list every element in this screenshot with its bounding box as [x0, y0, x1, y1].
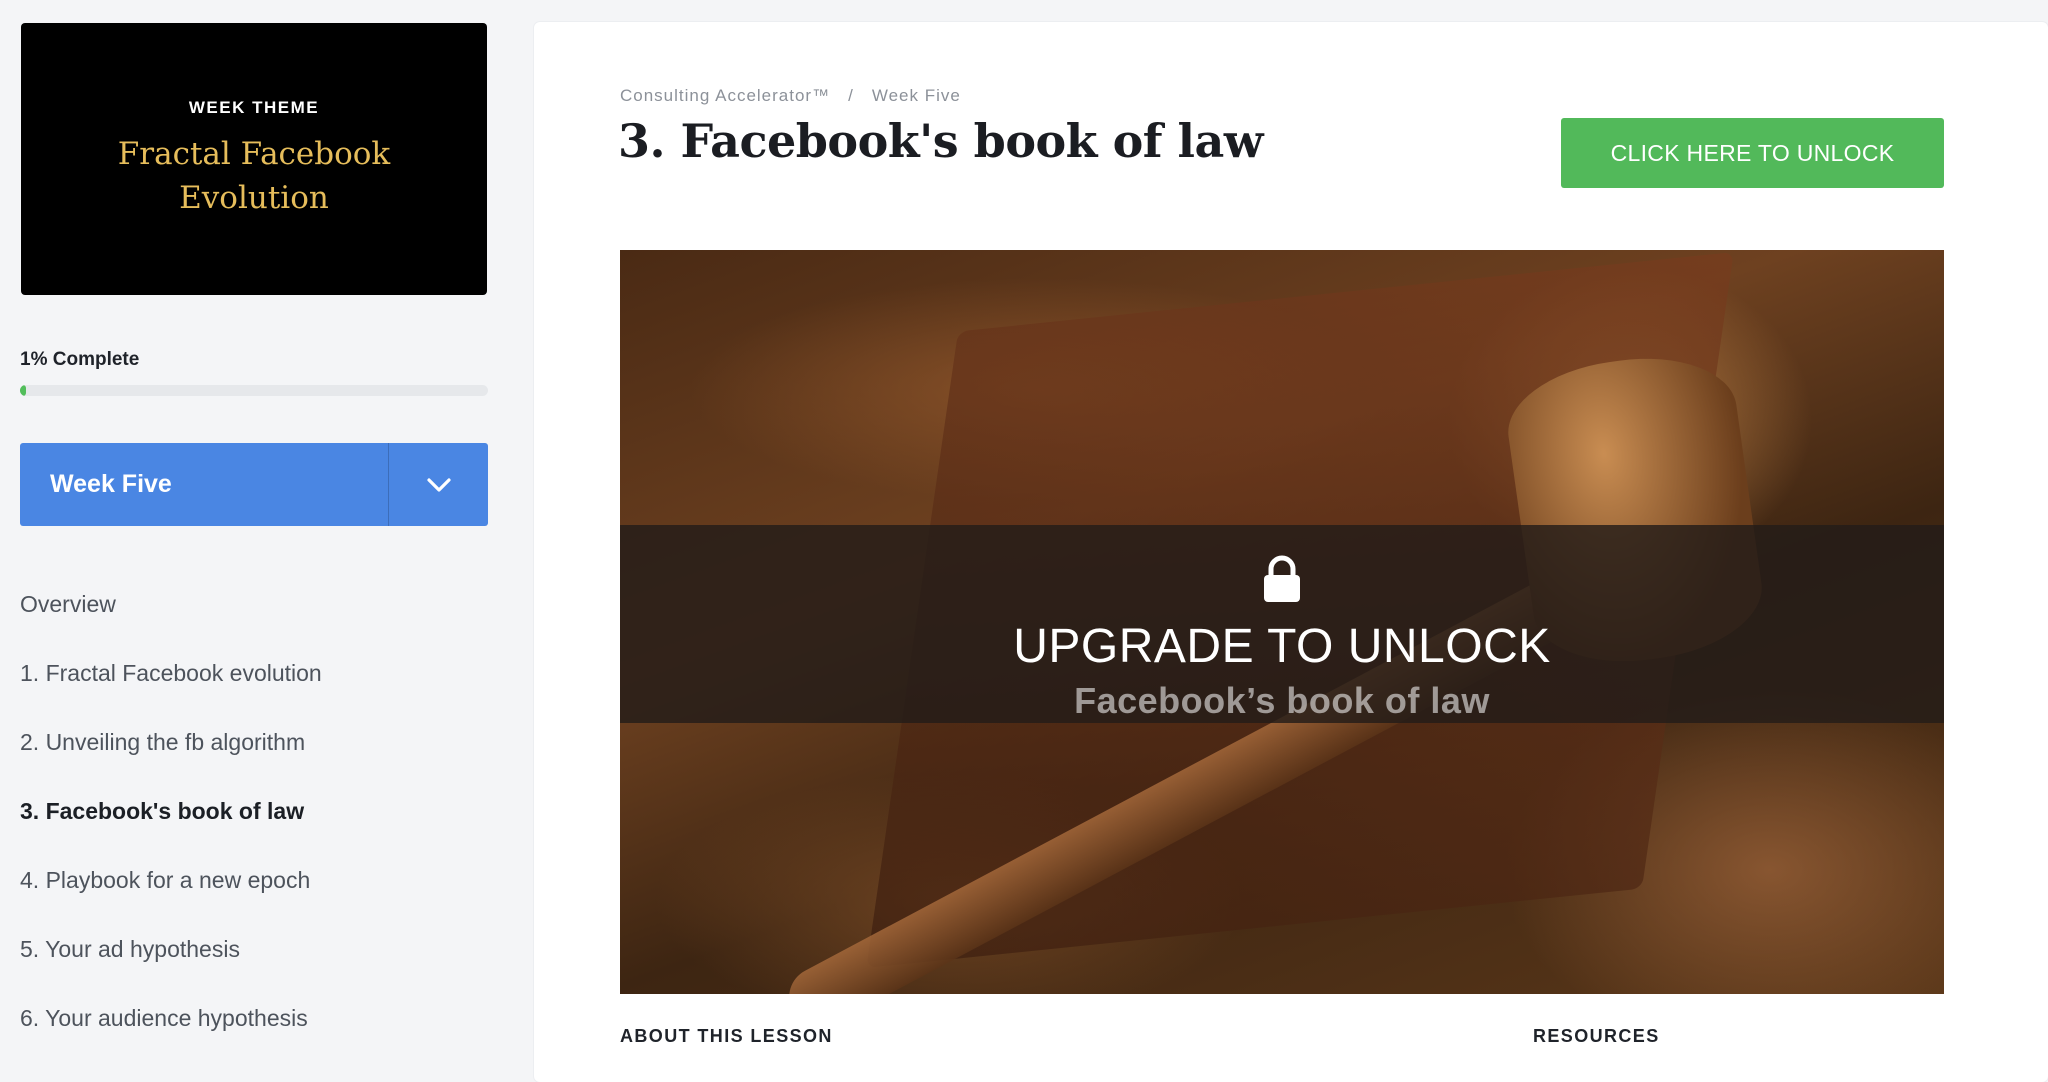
week-theme-card: WEEK THEME Fractal Facebook Evolution — [21, 23, 487, 295]
locked-video[interactable]: UPGRADE TO UNLOCK Facebook’s book of law — [620, 250, 1944, 994]
unlock-button[interactable]: CLICK HERE TO UNLOCK — [1561, 118, 1944, 188]
sidebar: WEEK THEME Fractal Facebook Evolution 1%… — [0, 0, 510, 1072]
week-select-label: Week Five — [50, 470, 172, 498]
lesson-panel: Consulting Accelerator™ / Week Five 3. F… — [534, 22, 2048, 1082]
sidebar-item-lesson[interactable]: 6. Your audience hypothesis — [20, 984, 322, 1053]
lesson-list: Overview 1. Fractal Facebook evolution 2. … — [20, 570, 322, 1053]
breadcrumb-week[interactable]: Week Five — [872, 86, 961, 106]
upgrade-text: UPGRADE TO UNLOCK — [1013, 619, 1551, 673]
progress-bar-fill — [20, 385, 26, 396]
lock-icon — [1262, 555, 1302, 608]
progress-label: 1% Complete — [20, 349, 140, 370]
sidebar-item-lesson[interactable]: 5. Your ad hypothesis — [20, 915, 322, 984]
breadcrumb-separator: / — [848, 86, 854, 105]
sidebar-item-lesson[interactable]: 3. Facebook's book of law — [20, 777, 322, 846]
sidebar-item-overview[interactable]: Overview — [20, 570, 322, 639]
sidebar-item-lesson[interactable]: 1. Fractal Facebook evolution — [20, 639, 322, 708]
about-section-heading: ABOUT THIS LESSON — [620, 1026, 833, 1046]
week-theme-eyebrow: WEEK THEME — [188, 98, 320, 117]
video-subtitle: Facebook’s book of law — [1074, 680, 1490, 721]
progress-bar — [20, 385, 488, 396]
breadcrumb: Consulting Accelerator™ / Week Five — [620, 86, 961, 106]
week-select-dropdown[interactable]: Week Five — [20, 443, 488, 526]
resources-section-heading: RESOURCES — [1533, 1026, 1660, 1046]
page-title: 3. Facebook's book of law — [618, 114, 1263, 168]
week-theme-title: Fractal Facebook Evolution — [117, 136, 391, 216]
sidebar-item-lesson[interactable]: 2. Unveiling the fb algorithm — [20, 708, 322, 777]
sidebar-item-lesson[interactable]: 4. Playbook for a new epoch — [20, 846, 322, 915]
chevron-down-icon[interactable] — [388, 443, 488, 526]
breadcrumb-course[interactable]: Consulting Accelerator™ — [620, 86, 830, 106]
